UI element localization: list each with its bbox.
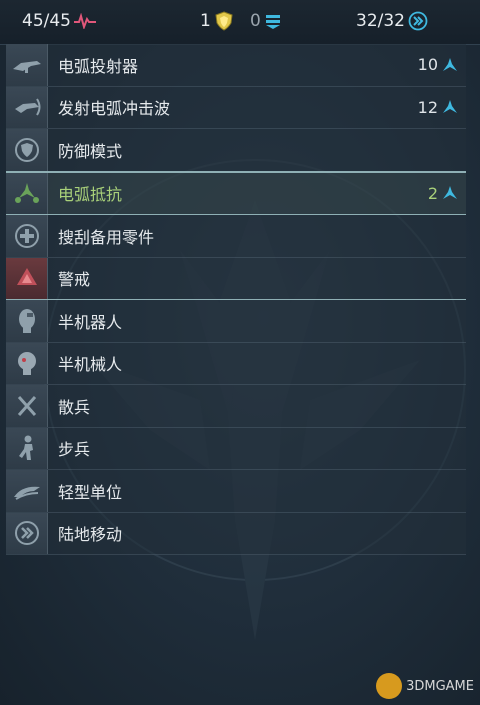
stack-icon bbox=[265, 15, 280, 29]
shield-icon bbox=[215, 11, 233, 31]
movement-value: 32/32 bbox=[356, 11, 405, 31]
armor-stat: 1 bbox=[200, 8, 234, 34]
list-item[interactable]: 搜刮备用零件 bbox=[6, 215, 466, 258]
list-item-label: 轻型单位 bbox=[58, 482, 123, 502]
ability-cost: 12 bbox=[417, 97, 438, 117]
armor-value: 1 bbox=[200, 11, 211, 31]
list-item-label: 电弧投射器 bbox=[58, 56, 139, 76]
list-item-label: 散兵 bbox=[58, 397, 91, 417]
list-item-label: 搜刮备用零件 bbox=[58, 227, 155, 247]
infantry-icon bbox=[6, 427, 48, 469]
list-item-label: 发射电弧冲击波 bbox=[58, 99, 171, 119]
ability-cost: 10 bbox=[417, 55, 438, 75]
watermark-text: 3DMGAME bbox=[406, 678, 474, 694]
list-item[interactable]: 半机械人 bbox=[6, 342, 466, 385]
list-item[interactable]: 电弧投射器 10 bbox=[6, 44, 466, 87]
list-item-label: 警戒 bbox=[58, 270, 91, 290]
resource-stat: 0 bbox=[250, 8, 282, 34]
list-item[interactable]: 步兵 bbox=[6, 427, 466, 470]
skirmisher-icon bbox=[6, 385, 48, 427]
cyborg-icon bbox=[6, 300, 48, 342]
watermark-logo-icon bbox=[376, 673, 403, 699]
movement-chevron-icon bbox=[408, 11, 428, 31]
list-item-label: 步兵 bbox=[58, 440, 91, 460]
arc-resistance-icon bbox=[6, 172, 48, 214]
list-item-label: 半机器人 bbox=[58, 312, 123, 332]
status-bar: 45/45 1 0 32/32 bbox=[0, 0, 480, 45]
list-item[interactable]: 防御模式 bbox=[6, 129, 466, 172]
ability-cost: 2 bbox=[427, 183, 438, 203]
arc-damage-icon bbox=[443, 186, 457, 200]
list-item[interactable]: 警戒 bbox=[6, 257, 466, 300]
resource-value: 0 bbox=[250, 11, 261, 31]
unit-info-panel: 45/45 1 0 32/32 电弧投射器 10 发射电弧冲击波 12 防御模式… bbox=[0, 0, 480, 705]
arc-shockwave-icon bbox=[6, 86, 48, 128]
list-item-label: 防御模式 bbox=[58, 141, 123, 161]
list-item[interactable]: 轻型单位 bbox=[6, 470, 466, 513]
arc-projector-icon bbox=[6, 44, 48, 86]
ability-list: 电弧投射器 10 发射电弧冲击波 12 防御模式 电弧抵抗 2 搜刮备用零件 警… bbox=[6, 44, 466, 555]
arc-damage-icon bbox=[443, 100, 457, 114]
list-item-label: 半机械人 bbox=[58, 355, 123, 375]
list-item-label: 陆地移动 bbox=[58, 525, 123, 545]
heartbeat-icon bbox=[74, 13, 96, 29]
list-item[interactable]: 半机器人 bbox=[6, 300, 466, 343]
light-unit-icon bbox=[6, 470, 48, 512]
site-watermark: 3DMGAME bbox=[376, 673, 474, 699]
movement-stat: 32/32 bbox=[356, 8, 428, 34]
list-item[interactable]: 发射电弧冲击波 12 bbox=[6, 86, 466, 129]
health-stat: 45/45 bbox=[22, 8, 96, 34]
health-value: 45/45 bbox=[22, 11, 71, 31]
arc-damage-icon bbox=[443, 57, 457, 71]
android-icon bbox=[6, 342, 48, 384]
list-item[interactable]: 散兵 bbox=[6, 385, 466, 428]
list-item-label: 电弧抵抗 bbox=[58, 185, 123, 205]
alert-icon bbox=[6, 257, 48, 299]
list-item[interactable]: 电弧抵抗 2 bbox=[6, 171, 466, 215]
list-item[interactable]: 陆地移动 bbox=[6, 512, 466, 555]
repair-cross-icon bbox=[6, 215, 48, 257]
defense-shield-icon bbox=[6, 129, 48, 171]
land-move-icon bbox=[6, 512, 48, 554]
